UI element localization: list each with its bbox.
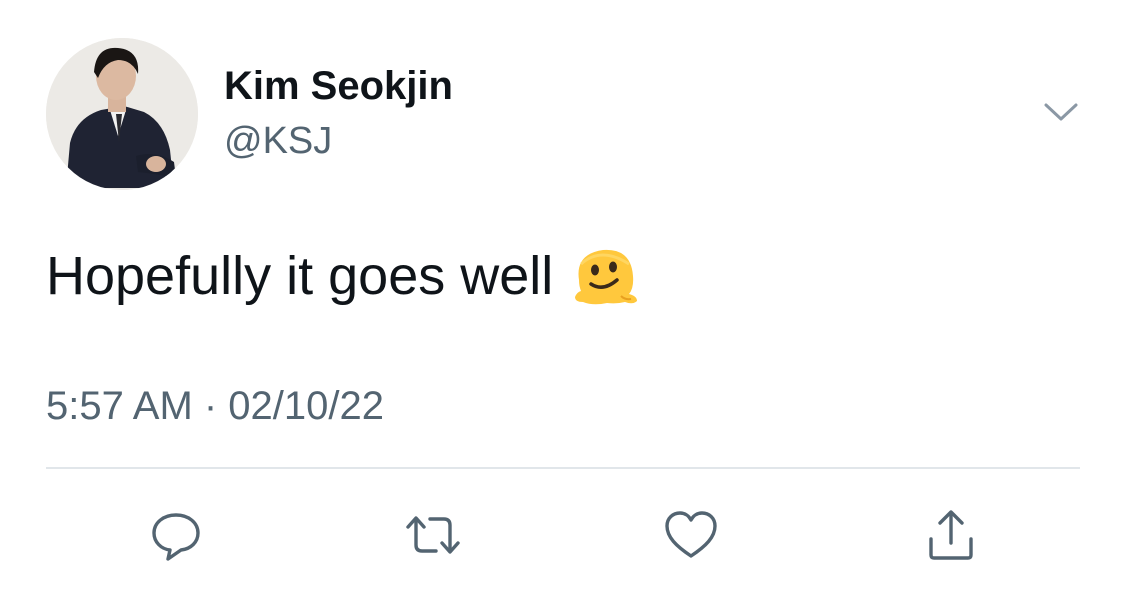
melting-face-emoji-icon bbox=[571, 244, 641, 308]
tweet-timestamp[interactable]: 5:57 AM · 02/10/22 bbox=[46, 384, 384, 429]
reply-icon bbox=[152, 513, 200, 561]
reply-button[interactable] bbox=[141, 500, 211, 570]
divider bbox=[46, 467, 1080, 469]
tweet-text-container: Hopefully it goes well bbox=[46, 244, 641, 308]
user-handle[interactable]: @KSJ bbox=[224, 120, 332, 163]
avatar[interactable] bbox=[46, 38, 198, 190]
heart-icon bbox=[665, 511, 717, 558]
share-icon bbox=[929, 510, 973, 560]
like-button[interactable] bbox=[656, 500, 726, 570]
share-button[interactable] bbox=[916, 500, 986, 570]
chevron-down-icon bbox=[1044, 103, 1078, 121]
display-name[interactable]: Kim Seokjin bbox=[224, 64, 453, 109]
retweet-icon bbox=[406, 516, 460, 554]
tweet-card: Kim Seokjin @KSJ Hopefully it goes well … bbox=[0, 0, 1125, 601]
tweet-text: Hopefully it goes well bbox=[46, 246, 554, 306]
more-options-button[interactable] bbox=[1036, 92, 1086, 132]
retweet-button[interactable] bbox=[398, 500, 468, 570]
